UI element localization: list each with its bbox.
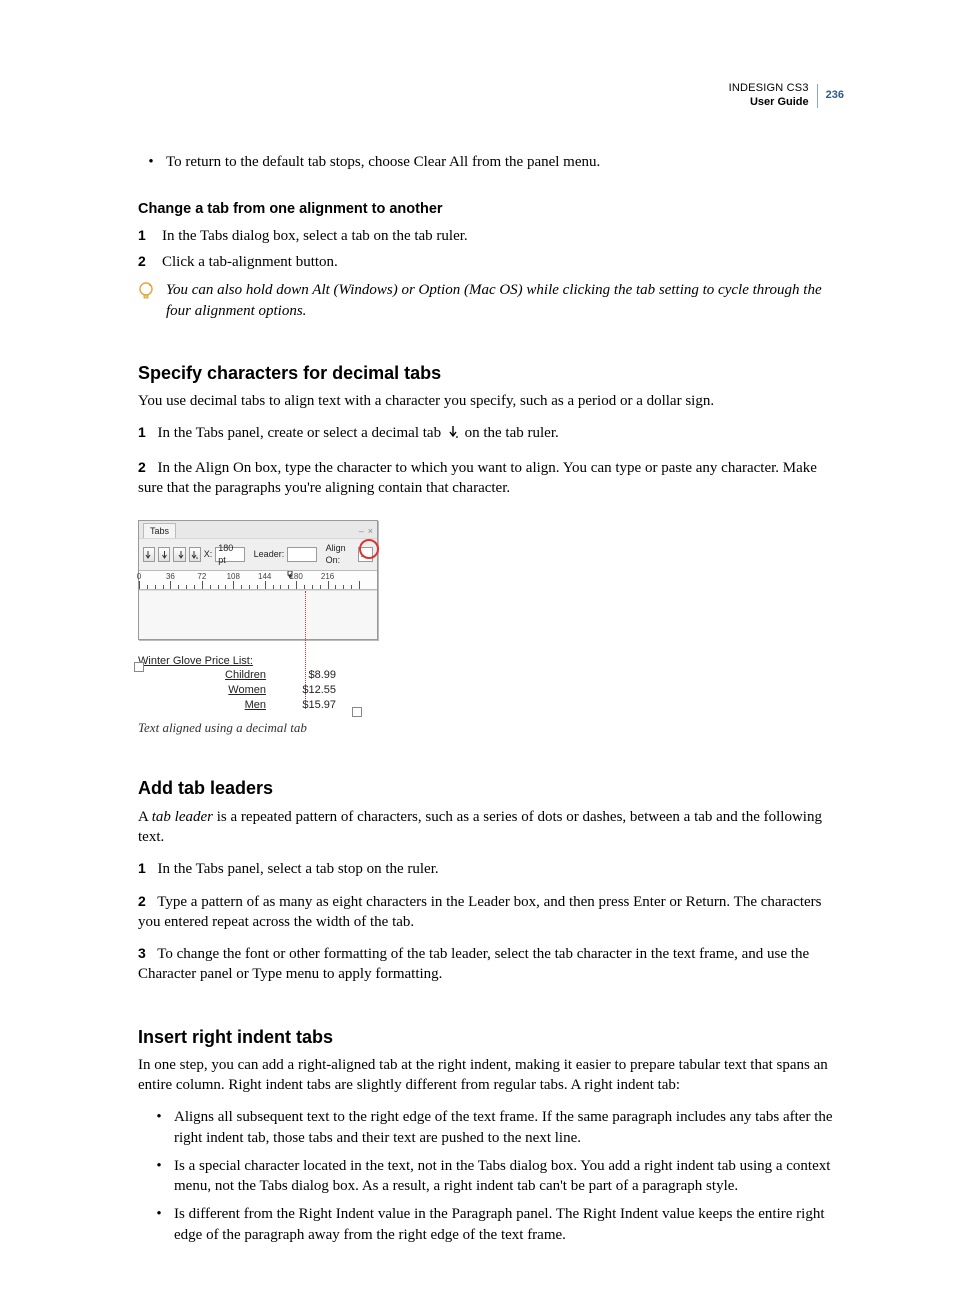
- body-bullet: • Aligns all subsequent text to the righ…: [146, 1107, 844, 1148]
- tip-text: You can also hold down Alt (Windows) or …: [166, 280, 844, 321]
- align-on-label: Align On:: [326, 542, 355, 566]
- task-title-change-alignment: Change a tab from one alignment to anoth…: [138, 200, 844, 220]
- doc-title: User Guide: [729, 96, 809, 110]
- close-icon: ×: [368, 525, 373, 537]
- step-number: 2: [138, 459, 146, 475]
- minimize-icon: –: [359, 525, 364, 537]
- tab-ruler: 03672108144180216: [139, 570, 377, 590]
- step-number: 1: [138, 860, 146, 876]
- step-row: 2 Click a tab-alignment button.: [138, 252, 844, 272]
- leader-value-field: [287, 547, 316, 562]
- lightbulb-icon: [138, 282, 156, 308]
- example-value: $8.99: [276, 668, 336, 683]
- figure-example-text: Winter Glove Price List: Children $8.99 …: [138, 654, 358, 713]
- tip-row: You can also hold down Alt (Windows) or …: [138, 280, 844, 321]
- decimal-tab-icon: [447, 425, 459, 445]
- figure-caption: Text aligned using a decimal tab: [138, 719, 378, 737]
- x-label: X:: [204, 548, 213, 560]
- align-on-value-field: .: [358, 547, 373, 562]
- bullet-icon: •: [154, 1107, 164, 1148]
- body-bullet: • Is different from the Right Indent val…: [146, 1204, 844, 1245]
- step-row: 1 In the Tabs dialog box, select a tab o…: [138, 226, 844, 246]
- figure-tabs-panel: Tabs – ×: [138, 520, 378, 736]
- section-title-tab-leaders: Add tab leaders: [138, 776, 844, 800]
- frame-handle-icon: [352, 707, 362, 717]
- running-header: INDESIGN CS3 User Guide 236: [729, 82, 844, 110]
- section-title-right-indent-tabs: Insert right indent tabs: [138, 1025, 844, 1049]
- product-title: INDESIGN CS3: [729, 82, 809, 96]
- header-separator: [817, 84, 818, 108]
- tabs-panel: Tabs – ×: [138, 520, 378, 639]
- body-text: Is a special character located in the te…: [174, 1156, 844, 1197]
- panel-blank-area: [139, 590, 377, 639]
- bullet-icon: •: [154, 1204, 164, 1245]
- step-row: 3 To change the font or other formatting…: [138, 944, 844, 985]
- step-text: To change the font or other formatting o…: [138, 946, 809, 982]
- italic-term: tab leader: [152, 809, 213, 825]
- step-row: 1 In the Tabs panel, create or select a …: [138, 423, 844, 445]
- body-text: You use decimal tabs to align text with …: [138, 391, 844, 411]
- example-row: Men $15.97: [138, 698, 358, 713]
- panel-tab-label: Tabs: [143, 523, 176, 538]
- body-text: To return to the default tab stops, choo…: [166, 152, 600, 172]
- x-value-field: 180 pt: [215, 547, 244, 562]
- step-text: In the Tabs dialog box, select a tab on …: [162, 226, 468, 246]
- step-number: 2: [138, 252, 152, 272]
- body-text: A tab leader is a repeated pattern of ch…: [138, 807, 844, 848]
- step-number: 1: [138, 424, 146, 440]
- step-text: Type a pattern of as many as eight chara…: [138, 894, 822, 930]
- example-row: Women $12.55: [138, 683, 358, 698]
- decimal-tab-button: [189, 547, 201, 562]
- step-row: 2 In the Align On box, type the characte…: [138, 458, 844, 499]
- step-number: 3: [138, 945, 146, 961]
- step-text: on the tab ruler.: [465, 425, 559, 441]
- left-tab-button: [143, 547, 155, 562]
- step-text: In the Tabs panel, create or select a de…: [158, 425, 445, 441]
- body-bullet: • Is a special character located in the …: [146, 1156, 844, 1197]
- bullet-icon: •: [154, 1156, 164, 1197]
- page-number: 236: [826, 89, 844, 103]
- example-value: $15.97: [276, 698, 336, 713]
- example-label: Children: [138, 668, 276, 683]
- body-text: Is different from the Right Indent value…: [174, 1204, 844, 1245]
- step-row: 2 Type a pattern of as many as eight cha…: [138, 892, 844, 933]
- bullet-icon: •: [146, 152, 156, 172]
- frame-handle-icon: [134, 662, 144, 672]
- example-row: Children $8.99: [138, 668, 358, 683]
- right-tab-button: [173, 547, 185, 562]
- section-title-decimal-tabs: Specify characters for decimal tabs: [138, 361, 844, 385]
- body-bullet: • To return to the default tab stops, ch…: [138, 152, 844, 172]
- leader-label: Leader:: [254, 548, 285, 560]
- step-text: In the Align On box, type the character …: [138, 460, 817, 496]
- body-text: Aligns all subsequent text to the right …: [174, 1107, 844, 1148]
- center-tab-button: [158, 547, 170, 562]
- example-label: Women: [138, 683, 276, 698]
- example-label: Men: [138, 698, 276, 713]
- body-text: In one step, you can add a right-aligned…: [138, 1055, 844, 1096]
- step-number: 2: [138, 893, 146, 909]
- step-text: Click a tab-alignment button.: [162, 252, 338, 272]
- step-text: In the Tabs panel, select a tab stop on …: [158, 861, 439, 877]
- step-row: 1 In the Tabs panel, select a tab stop o…: [138, 859, 844, 879]
- step-number: 1: [138, 226, 152, 246]
- example-value: $12.55: [276, 683, 336, 698]
- example-title: Winter Glove Price List:: [138, 654, 358, 669]
